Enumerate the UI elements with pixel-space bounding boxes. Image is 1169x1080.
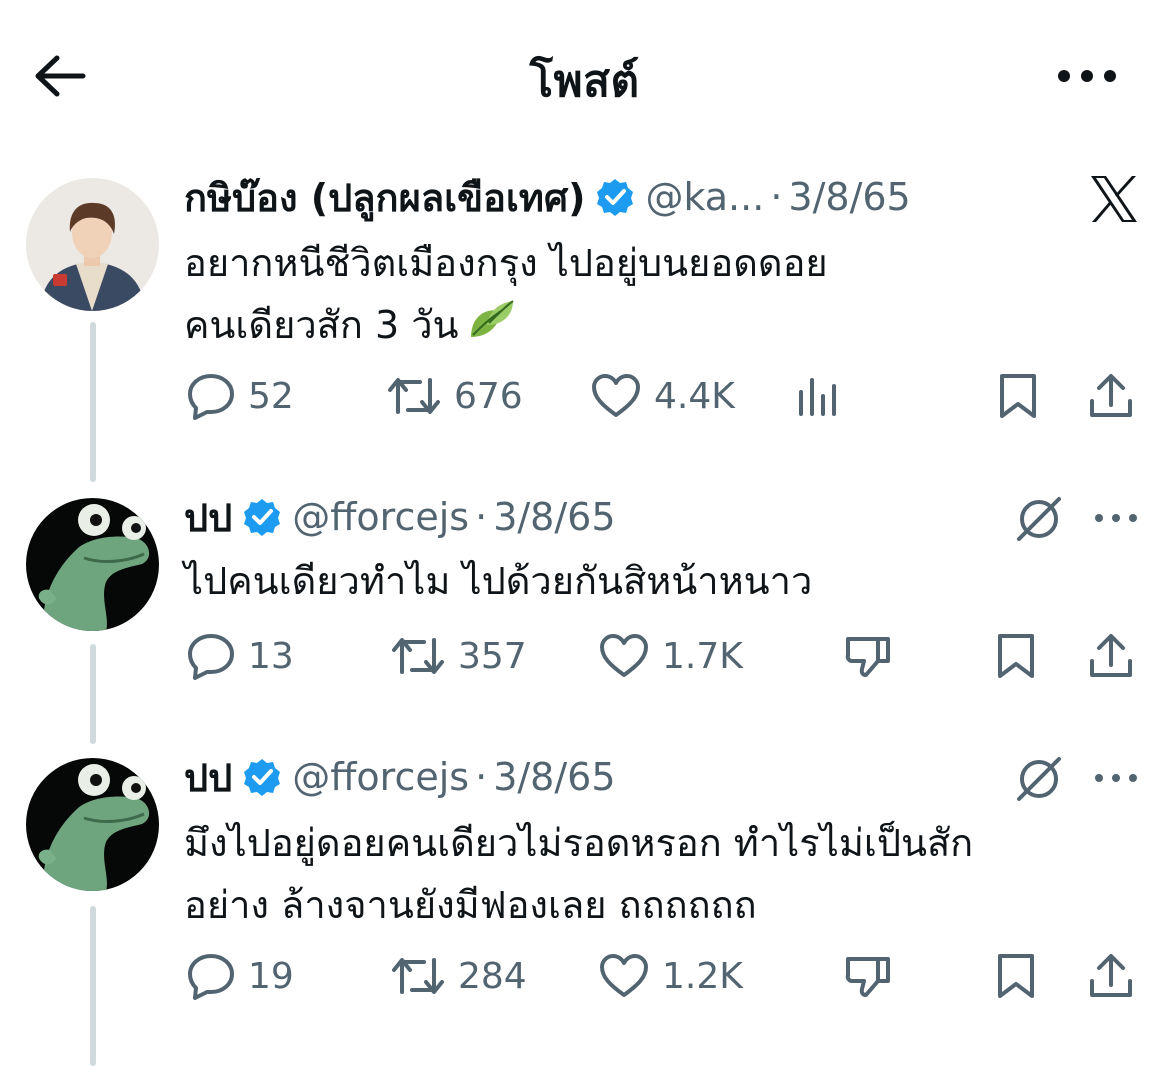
post-text-line: ไปคนเดียวทำไม ไปด้วยกันสิหน้าหนาว	[184, 559, 813, 603]
share-icon	[1090, 374, 1132, 417]
user-handle[interactable]: @fforcejs	[292, 755, 469, 799]
more-horizontal-icon	[1058, 70, 1116, 82]
like-button[interactable]: 4.4K	[590, 366, 735, 426]
post-date[interactable]: 3/8/65	[493, 755, 615, 799]
repost-button[interactable]: 676	[386, 366, 523, 426]
grok-icon	[1017, 757, 1061, 801]
post-header: ปป @fforcejs · 3/8/65	[184, 492, 616, 542]
grok-button[interactable]	[1010, 754, 1068, 804]
separator-dot: ·	[475, 495, 488, 539]
header: โพสต์	[0, 0, 1169, 150]
post-text: มึงไปอยู่ดอยคนเดียวไม่รอดหรอก ทำไรไม่เป็…	[184, 812, 973, 936]
dislike-button[interactable]	[844, 946, 892, 1006]
repost-icon	[388, 378, 440, 414]
heart-icon	[592, 374, 640, 417]
share-button[interactable]	[1088, 946, 1134, 1006]
bookmark-icon	[998, 954, 1034, 998]
leaf-icon	[467, 297, 517, 359]
separator-dot: ·	[770, 175, 783, 219]
thread-line	[90, 322, 96, 482]
share-icon	[1090, 634, 1132, 677]
post-more-button[interactable]	[1090, 766, 1142, 790]
x-logo-icon	[1091, 176, 1137, 222]
more-horizontal-icon	[1095, 514, 1137, 522]
reply-count: 13	[248, 635, 294, 677]
post-header: ปป @fforcejs · 3/8/65	[184, 752, 616, 802]
post-actions: 19 284 1.2K	[184, 946, 1144, 1006]
post-text-line: อยากหนีชีวิตเมืองกรุง ไปอยู่บนยอดดอย	[184, 241, 828, 285]
like-count: 1.2K	[662, 955, 743, 997]
avatar[interactable]	[26, 178, 159, 311]
verified-badge-icon	[242, 757, 282, 797]
repost-count: 676	[454, 375, 523, 417]
post-text-line: คนเดียวสัก 3 วัน	[184, 303, 459, 347]
bookmark-icon	[1000, 374, 1036, 418]
grok-button[interactable]	[1010, 494, 1068, 544]
user-handle[interactable]: @ka...	[645, 175, 764, 219]
repost-count: 357	[458, 635, 527, 677]
user-handle[interactable]: @fforcejs	[292, 495, 469, 539]
display-name[interactable]: ปป	[184, 487, 232, 548]
post-more-button[interactable]	[1090, 506, 1142, 530]
avatar[interactable]	[26, 758, 159, 891]
post-text: อยากหนีชีวิตเมืองกรุง ไปอยู่บนยอดดอย คนเ…	[184, 232, 828, 359]
reply-icon	[188, 374, 234, 420]
post-date[interactable]: 3/8/65	[788, 175, 910, 219]
views-button[interactable]	[796, 366, 840, 426]
more-horizontal-icon	[1095, 774, 1137, 782]
bookmark-icon	[998, 634, 1034, 678]
avatar-person-image	[26, 178, 159, 311]
like-button[interactable]: 1.7K	[598, 626, 743, 686]
like-count: 4.4K	[654, 375, 735, 417]
bookmark-button[interactable]	[994, 626, 1038, 686]
reply-button[interactable]: 52	[186, 366, 294, 426]
post-text: ไปคนเดียวทำไม ไปด้วยกันสิหน้าหนาว	[184, 550, 812, 612]
display-name[interactable]: กษิบ๊อง (ปลูกผลเขือเทศ)	[184, 167, 585, 228]
x-logo-button[interactable]	[1084, 170, 1144, 228]
repost-button[interactable]: 284	[390, 946, 527, 1006]
reply-count: 52	[248, 375, 294, 417]
reply-button[interactable]: 19	[186, 946, 294, 1006]
share-icon	[1090, 954, 1132, 997]
reply-icon	[188, 634, 234, 680]
post-actions: 13 357 1.7K	[184, 626, 1144, 686]
display-name[interactable]: ปป	[184, 747, 232, 808]
thread-line	[90, 644, 96, 744]
reply-count: 19	[248, 955, 294, 997]
verified-badge-icon	[595, 177, 635, 217]
share-button[interactable]	[1088, 626, 1134, 686]
repost-count: 284	[458, 955, 527, 997]
repost-button[interactable]: 357	[390, 626, 527, 686]
reply-icon	[188, 954, 234, 1000]
like-button[interactable]: 1.2K	[598, 946, 743, 1006]
thread-line	[90, 906, 96, 1066]
post-text-line: อย่าง ล้างจานยังมีฟองเลย ถถถถถถ	[184, 883, 757, 927]
reply-button[interactable]: 13	[186, 626, 294, 686]
heart-icon	[600, 634, 648, 677]
post-header: กษิบ๊อง (ปลูกผลเขือเทศ) @ka... · 3/8/65	[184, 172, 911, 222]
heart-icon	[600, 954, 648, 997]
repost-icon	[392, 638, 444, 674]
post-date[interactable]: 3/8/65	[493, 495, 615, 539]
bookmark-button[interactable]	[996, 366, 1040, 426]
avatar-frog-image	[26, 758, 159, 891]
verified-badge-icon	[242, 497, 282, 537]
thumbs-down-icon	[845, 637, 890, 677]
avatar[interactable]	[26, 498, 159, 631]
like-count: 1.7K	[662, 635, 743, 677]
more-button[interactable]	[1052, 58, 1122, 94]
separator-dot: ·	[475, 755, 488, 799]
dislike-button[interactable]	[844, 626, 892, 686]
page-title: โพสต์	[529, 56, 640, 107]
share-button[interactable]	[1088, 366, 1134, 426]
grok-icon	[1017, 497, 1061, 541]
views-icon	[799, 378, 836, 416]
bookmark-button[interactable]	[994, 946, 1038, 1006]
thumbs-down-icon	[845, 957, 890, 997]
repost-icon	[392, 958, 444, 994]
post-text-line: มึงไปอยู่ดอยคนเดียวไม่รอดหรอก ทำไรไม่เป็…	[184, 821, 974, 865]
post-actions: 52 676 4.4K	[184, 366, 1144, 426]
avatar-frog-image	[26, 498, 159, 631]
